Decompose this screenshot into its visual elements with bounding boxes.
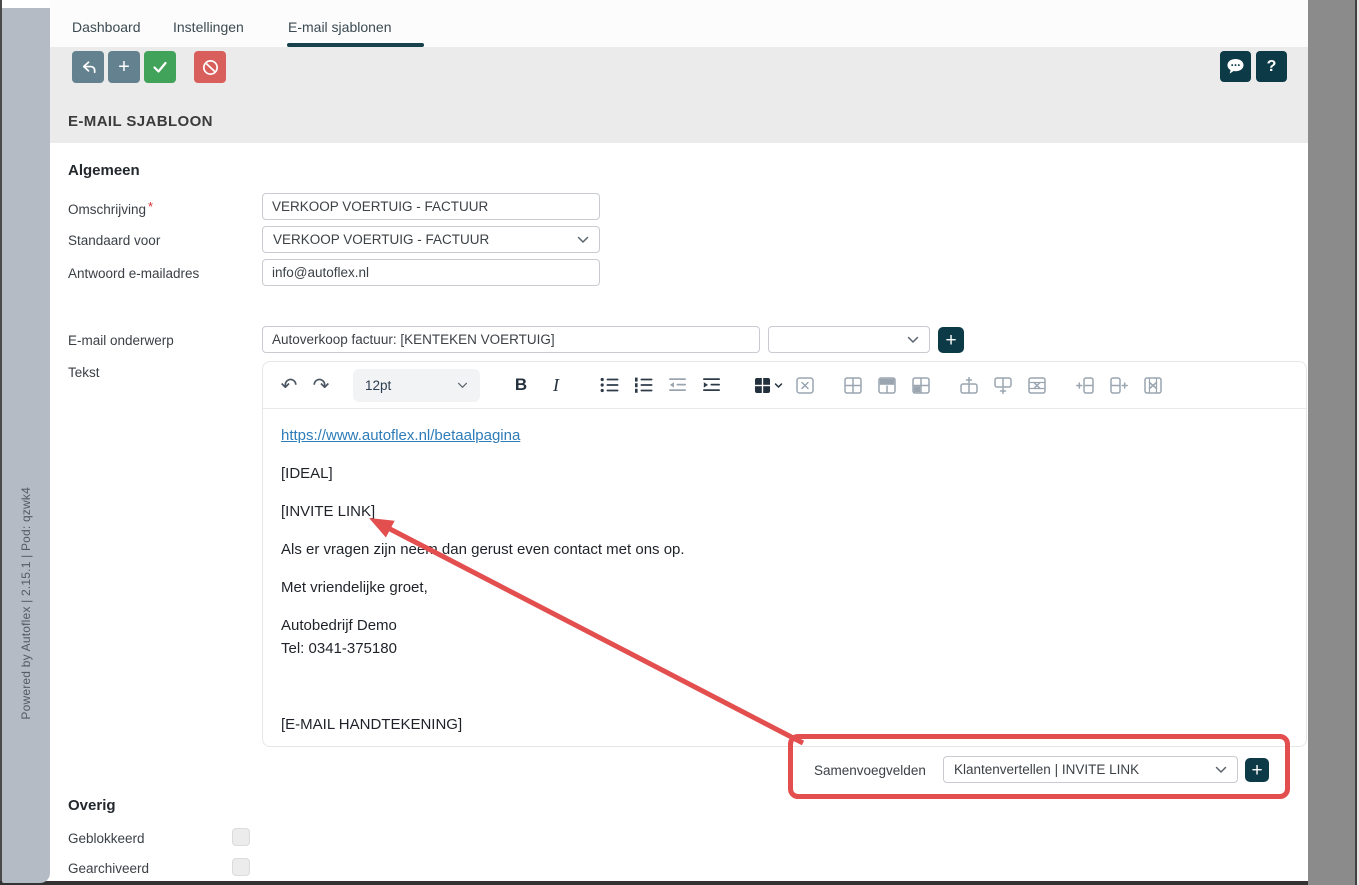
rich-text-editor: ↶ ↷ 12pt B I: [262, 361, 1307, 747]
insert-table-icon[interactable]: [754, 374, 784, 396]
check-icon: [151, 58, 169, 76]
font-size-select[interactable]: 12pt: [353, 369, 480, 402]
undo-icon[interactable]: ↶: [277, 373, 301, 398]
outdent-icon[interactable]: [666, 374, 688, 396]
tab-dashboard[interactable]: Dashboard: [72, 19, 141, 35]
editor-paragraph: Als er vragen zijn neem dan gerust even …: [281, 538, 1288, 561]
bullet-list-icon[interactable]: [598, 374, 620, 396]
chevron-down-icon: [457, 382, 468, 389]
plus-icon: +: [945, 331, 956, 350]
delete-table-icon[interactable]: [794, 374, 816, 396]
editor-paragraph: [IDEAL]: [281, 462, 1288, 485]
editor-paragraph: [E-MAIL HANDTEKENING]: [281, 713, 1288, 736]
omschrijving-label: Omschrijving*: [68, 199, 153, 217]
standaard-voor-label: Standaard voor: [68, 233, 160, 248]
plus-icon: +: [118, 56, 130, 79]
indent-icon[interactable]: [700, 374, 722, 396]
editor-paragraph: [INVITE LINK]: [281, 500, 1288, 523]
samenvoegvelden-select[interactable]: Klantenvertellen | INVITE LINK: [943, 756, 1238, 783]
required-asterisk: *: [148, 199, 153, 214]
cancel-icon: [201, 58, 220, 77]
editor-paragraph: Autobedrijf Demo Tel: 0341-375180: [281, 614, 1288, 660]
tekst-label: Tekst: [68, 365, 100, 380]
samenvoegvelden-label: Samenvoegvelden: [814, 763, 926, 778]
header-band: [50, 47, 1308, 143]
tab-bar: Dashboard Instellingen E-mail sjablonen: [50, 0, 1308, 47]
chat-button[interactable]: [1220, 51, 1251, 82]
chevron-down-icon: [907, 336, 919, 344]
antwoord-emailadres-label: Antwoord e-mailadres: [68, 266, 199, 281]
redo-icon[interactable]: ↷: [309, 373, 333, 398]
editor-toolbar: ↶ ↷ 12pt B I: [263, 362, 1306, 409]
antwoord-emailadres-input[interactable]: [262, 259, 600, 286]
insert-column-before-icon[interactable]: [1074, 374, 1096, 396]
email-onderwerp-input[interactable]: [262, 326, 760, 353]
insert-row-below-icon[interactable]: [992, 374, 1014, 396]
geblokkeerd-label: Geblokkeerd: [68, 831, 145, 846]
delete-column-icon[interactable]: [1142, 374, 1164, 396]
help-button[interactable]: ?: [1256, 51, 1287, 82]
gearchiveerd-checkbox[interactable]: [232, 858, 250, 876]
window-edge-bottom: [0, 881, 1310, 885]
speech-bubble-icon: [1226, 58, 1245, 75]
add-button[interactable]: +: [108, 51, 140, 83]
cancel-button[interactable]: [194, 51, 226, 83]
tab-instellingen[interactable]: Instellingen: [173, 19, 244, 35]
omschrijving-input[interactable]: [262, 193, 600, 220]
app-window: Powered by Autoflex | 2.15.1 | Pod: qzwk…: [0, 0, 1359, 885]
back-button[interactable]: [72, 51, 104, 83]
samenvoegvelden-add-button[interactable]: +: [1245, 758, 1269, 782]
plus-icon: +: [1251, 761, 1262, 780]
italic-button[interactable]: I: [546, 375, 566, 396]
onderwerp-merge-add-button[interactable]: +: [938, 327, 964, 353]
page-title: E-MAIL SJABLOON: [68, 113, 213, 130]
chevron-down-icon: [577, 236, 589, 244]
geblokkeerd-checkbox[interactable]: [232, 828, 250, 846]
onderwerp-merge-select[interactable]: [768, 326, 930, 353]
standaard-voor-select[interactable]: VERKOOP VOERTUIG - FACTUUR: [262, 226, 600, 253]
editor-paragraph: Met vriendelijke groet,: [281, 576, 1288, 599]
editor-paragraph-empty: [281, 675, 1288, 698]
table-properties-icon[interactable]: [842, 374, 864, 396]
chevron-down-icon: [1215, 766, 1227, 774]
insert-column-after-icon[interactable]: [1108, 374, 1130, 396]
bold-button[interactable]: B: [510, 375, 532, 395]
powered-by-label: Powered by Autoflex | 2.15.1 | Pod: qzwk…: [19, 487, 33, 720]
numbered-list-icon[interactable]: [632, 374, 654, 396]
save-button[interactable]: [144, 51, 176, 83]
tab-email-sjablonen[interactable]: E-mail sjablonen: [288, 19, 392, 35]
delete-row-icon[interactable]: [1026, 374, 1048, 396]
editor-content[interactable]: https://www.autoflex.nl/betaalpagina [ID…: [263, 410, 1306, 746]
gearchiveerd-label: Gearchiveerd: [68, 861, 149, 876]
table-row-properties-icon[interactable]: [876, 374, 898, 396]
editor-paragraph: https://www.autoflex.nl/betaalpagina: [281, 424, 1288, 447]
back-icon: [79, 58, 98, 77]
payment-page-link[interactable]: https://www.autoflex.nl/betaalpagina: [281, 427, 520, 444]
insert-row-above-icon[interactable]: [958, 374, 980, 396]
email-onderwerp-label: E-mail onderwerp: [68, 333, 174, 348]
question-mark-icon: ?: [1267, 58, 1277, 76]
version-sidebar: Powered by Autoflex | 2.15.1 | Pod: qzwk…: [2, 8, 50, 883]
section-heading-algemeen: Algemeen: [68, 162, 140, 179]
section-heading-overig: Overig: [68, 797, 116, 814]
desktop-strip: [1308, 0, 1355, 885]
table-cell-properties-icon[interactable]: [910, 374, 932, 396]
